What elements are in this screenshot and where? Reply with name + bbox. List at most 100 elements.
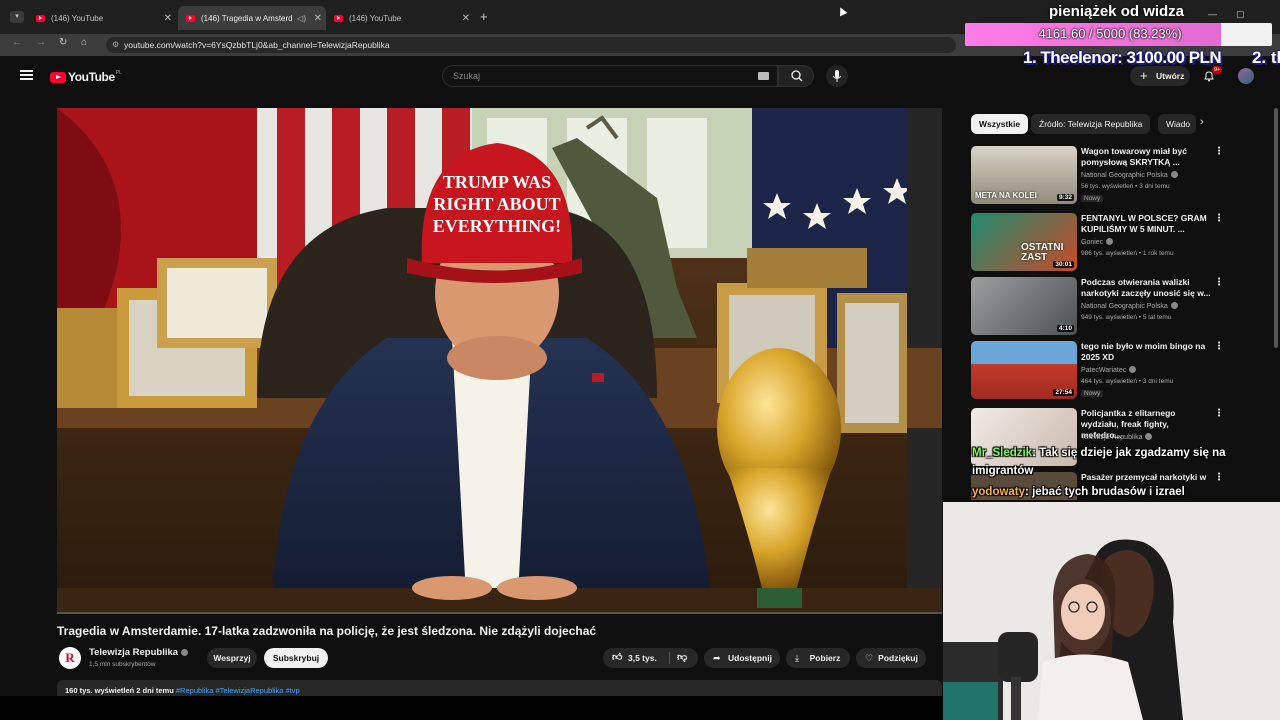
more-options-icon[interactable]: ⋮ xyxy=(1214,408,1224,419)
share-icon: ➦ xyxy=(713,653,721,663)
minimize-icon[interactable]: — xyxy=(1208,9,1217,19)
subscribe-button[interactable]: Subskrybuj xyxy=(264,648,328,668)
chat-text: : jebać tych brudasów i izrael xyxy=(1025,486,1185,498)
recommendation-channel[interactable]: Telewizja Republika xyxy=(1081,433,1153,441)
more-options-icon[interactable]: ⋮ xyxy=(1214,146,1224,157)
recommendation-item[interactable]: 4:10 Podczas otwierania walizki narkotyk… xyxy=(971,277,1231,337)
youtube-favicon-icon xyxy=(36,14,45,22)
close-tab-icon[interactable]: ✕ xyxy=(314,13,322,24)
search-icon xyxy=(791,70,803,82)
donation-goal-text: 4161.60 / 5000 (83.23%) xyxy=(1038,26,1182,41)
recommendation-channel[interactable]: PatecWariatec xyxy=(1081,366,1137,374)
url-field[interactable]: ⚙ youtube.com/watch?v=6YsQzbbTLj0&ab_cha… xyxy=(106,37,956,53)
recommendation-channel[interactable]: Goniec xyxy=(1081,238,1114,246)
video-thumbnail[interactable]: 4:10 xyxy=(971,277,1077,335)
chevron-right-icon[interactable]: › xyxy=(1200,116,1204,128)
audio-playing-icon[interactable]: ◁) xyxy=(297,14,306,23)
channel-text: Goniec xyxy=(1081,239,1104,246)
like-divider xyxy=(669,652,670,664)
search-input[interactable]: Szukaj xyxy=(442,65,778,87)
hamburger-menu-icon[interactable] xyxy=(20,70,33,80)
chip-news[interactable]: Wiado xyxy=(1158,114,1196,134)
channel-text: National Geographic Polska xyxy=(1081,172,1168,179)
cap-text-line3: EVERYTHING! xyxy=(433,216,561,236)
chip-source-channel[interactable]: Źródło: Telewizja Republika xyxy=(1031,114,1151,134)
keyboard-icon[interactable] xyxy=(758,72,769,80)
recommendation-title[interactable]: Wagon towarowy miał być pomysłową SKRYTK… xyxy=(1081,146,1211,168)
video-thumbnail[interactable]: META NA KOLEI 9:32 xyxy=(971,146,1077,204)
chat-text: : Tak się dzieje jak zgadzamy się na xyxy=(1032,447,1226,459)
more-options-icon[interactable]: ⋮ xyxy=(1214,277,1224,288)
tab-search-chevron-icon[interactable]: ▾ xyxy=(10,11,24,23)
home-icon[interactable]: ⌂ xyxy=(81,37,87,48)
close-tab-icon[interactable]: ✕ xyxy=(462,13,470,24)
duration-badge: 4:10 xyxy=(1056,325,1074,332)
support-button[interactable]: Wesprzyj xyxy=(207,648,257,668)
like-button[interactable]: 👍︎ 3,5 tys. 👎︎ xyxy=(603,648,698,668)
taskbar xyxy=(0,696,943,720)
channel-name[interactable]: Telewizja Republika xyxy=(89,647,189,658)
duration-badge: 30:01 xyxy=(1053,261,1074,268)
video-title: Tragedia w Amsterdamie. 17-latka zadzwon… xyxy=(57,624,597,638)
new-tab-button[interactable]: + xyxy=(480,9,488,24)
duration-badge: 9:32 xyxy=(1056,194,1074,201)
country-code: PL xyxy=(115,70,122,76)
video-progress-bar[interactable] xyxy=(57,612,942,614)
recommendation-meta: 949 tys. wyświetleń • 5 lat temu xyxy=(1081,314,1172,321)
chat-username: yodowaty xyxy=(972,486,1026,498)
recommendation-item[interactable]: 27:54 tego nie było w moim bingo na 2025… xyxy=(971,341,1231,401)
back-icon[interactable]: ← xyxy=(12,37,22,48)
sidebar-scrollbar[interactable] xyxy=(1274,108,1278,348)
recommendation-title[interactable]: FENTANYL W POLSCE? GRAM KUPILIŚMY W 5 MI… xyxy=(1081,213,1211,235)
recommendation-title[interactable]: Pasażer przemycał narkotyki w xyxy=(1081,472,1211,483)
channel-avatar[interactable]: R xyxy=(59,647,81,669)
forward-icon[interactable]: → xyxy=(36,37,46,48)
chip-all[interactable]: Wszystkie xyxy=(971,114,1029,134)
donation-goal-title: pieniążek od widza xyxy=(1049,3,1185,20)
youtube-logo-icon xyxy=(50,71,66,83)
recommendation-channel[interactable]: National Geographic Polska xyxy=(1081,302,1178,310)
reload-icon[interactable]: ↻ xyxy=(59,37,67,48)
chat-username: Mr_Sledzik xyxy=(972,447,1033,459)
url-text: youtube.com/watch?v=6YsQzbbTLj0&ab_chann… xyxy=(124,40,390,50)
thumbnail-text: META NA KOLEI xyxy=(975,191,1037,200)
thanks-button[interactable]: ♡ Podziękuj xyxy=(856,648,926,668)
account-avatar[interactable] xyxy=(1238,68,1254,84)
recommendation-title[interactable]: Podczas otwierania walizki narkotyki zac… xyxy=(1081,277,1211,299)
site-info-icon[interactable]: ⚙ xyxy=(112,37,119,53)
voice-search-button[interactable] xyxy=(826,65,848,87)
video-player[interactable]: TRUMP WAS RIGHT ABOUT EVERYTHING! xyxy=(57,108,942,614)
channel-text: PatecWariatec xyxy=(1081,367,1127,374)
chat-message-continued: imigrantów xyxy=(972,465,1034,477)
recommendation-title[interactable]: tego nie było w moim bingo na 2025 XD xyxy=(1081,341,1211,363)
more-options-icon[interactable]: ⋮ xyxy=(1214,213,1224,224)
youtube-logo[interactable]: YouTube PL xyxy=(50,70,122,84)
create-button[interactable]: + Utwórz xyxy=(1130,66,1190,86)
video-thumbnail[interactable]: 27:54 xyxy=(971,341,1077,399)
more-options-icon[interactable]: ⋮ xyxy=(1214,472,1224,483)
webcam-image xyxy=(943,502,1280,720)
view-count-date: 160 tys. wyświetleń 2 dni temu xyxy=(65,686,174,695)
video-thumbnail[interactable]: OSTATNI ZAST 30:01 xyxy=(971,213,1077,271)
close-tab-icon[interactable]: ✕ xyxy=(164,13,172,24)
recommendation-item[interactable]: META NA KOLEI 9:32 Wagon towarowy miał b… xyxy=(971,146,1231,206)
recommendation-channel[interactable]: National Geographic Polska xyxy=(1081,171,1178,179)
video-frame-image: TRUMP WAS RIGHT ABOUT EVERYTHING! xyxy=(57,108,942,614)
new-badge: Nowy xyxy=(1081,195,1104,202)
download-label: Pobierz xyxy=(809,653,841,663)
tab-youtube-1[interactable]: (146) YouTube ✕ xyxy=(28,6,176,30)
recommendation-item[interactable]: OSTATNI ZAST 30:01 FENTANYL W POLSCE? GR… xyxy=(971,213,1231,273)
recommendation-meta: 56 tys. wyświetleń • 3 dni temu xyxy=(1081,183,1170,190)
tab-youtube-active[interactable]: (146) Tragedia w Amsterdam ◁) ✕ xyxy=(178,6,326,30)
search-button[interactable] xyxy=(778,65,814,87)
description-hashtags[interactable]: #Republika #TelewizjaRepublika #tvp xyxy=(176,686,300,695)
thumbs-down-icon[interactable]: 👎︎ xyxy=(677,648,687,668)
tab-youtube-3[interactable]: (146) YouTube ✕ xyxy=(326,6,474,30)
recommendation-item[interactable]: Policjantka z elitarnego wydziału, freak… xyxy=(971,408,1231,468)
more-options-icon[interactable]: ⋮ xyxy=(1214,341,1224,352)
share-button[interactable]: ➦ Udostępnij xyxy=(704,648,780,668)
download-button[interactable]: ⤓ Pobierz xyxy=(786,648,850,668)
verified-icon xyxy=(1170,171,1178,178)
maximize-icon[interactable]: ▢ xyxy=(1236,9,1245,20)
webcam-overlay xyxy=(943,502,1280,720)
